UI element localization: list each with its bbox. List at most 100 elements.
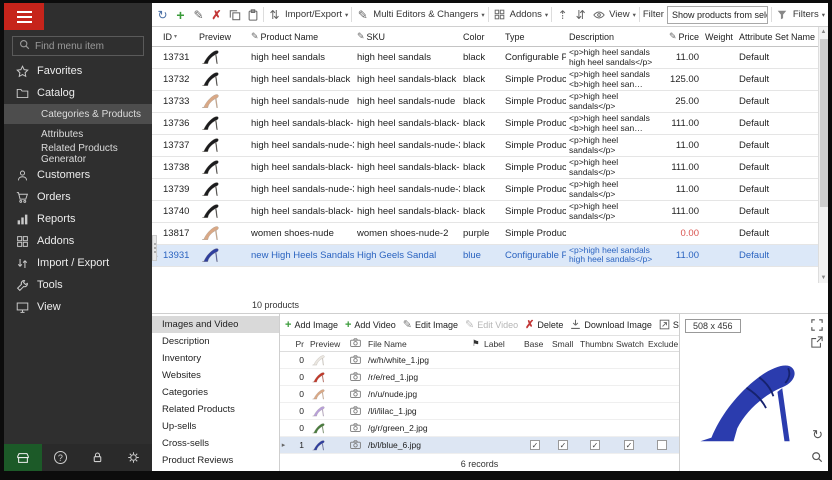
column-header-product-name[interactable]: ✎Product Name — [248, 31, 354, 42]
lock-icon[interactable] — [79, 444, 116, 471]
zoom-icon[interactable] — [811, 451, 823, 463]
image-row[interactable]: 0/r/e/red_1.jpg — [280, 369, 679, 386]
image-row[interactable]: ▸1/b/l/blue_6.jpg✓✓✓✓ — [280, 437, 679, 454]
sidebar-item-categories-products[interactable]: Categories & Products — [4, 104, 152, 124]
add-image-button[interactable]: +Add Image — [285, 319, 338, 331]
images-column-header-thumb[interactable]: Thumbna — [577, 339, 613, 349]
column-header-price[interactable]: ✎Price — [660, 31, 702, 42]
column-header-preview[interactable]: Preview — [196, 32, 248, 42]
menu-search-input[interactable]: Find menu item — [12, 36, 144, 56]
menu-icon[interactable] — [4, 3, 44, 30]
column-header-type[interactable]: Type — [502, 32, 566, 42]
product-row[interactable]: 13731high heel sandalshigh heel sandalsb… — [152, 47, 828, 69]
sidebar-item-orders[interactable]: Orders — [4, 186, 152, 208]
tab-inventory[interactable]: Inventory — [152, 350, 279, 367]
column-header-color[interactable]: Color — [460, 32, 502, 42]
product-row[interactable]: 13817women shoes-nudewomen shoes-nude-2p… — [152, 223, 828, 245]
product-row[interactable]: 13739high heel sandals-nude-37high heel … — [152, 179, 828, 201]
sidebar-item-tools[interactable]: Tools — [4, 274, 152, 296]
tab-product-reviews[interactable]: Product Reviews — [152, 452, 279, 469]
images-column-header-base[interactable]: Base — [521, 339, 549, 349]
add-product-icon[interactable]: + — [173, 7, 188, 23]
product-row[interactable]: 13740high heel sandals-black-38high heel… — [152, 201, 828, 223]
checkbox-exclude[interactable] — [657, 440, 667, 450]
help-icon[interactable]: ? — [42, 444, 79, 471]
images-column-header-pr[interactable]: Pr — [287, 339, 307, 349]
tab-cross-sells[interactable]: Cross-sells — [152, 435, 279, 452]
delete-icon[interactable]: ✗ — [209, 7, 224, 23]
images-column-header-small[interactable]: Small — [549, 339, 577, 349]
sidebar-item-import-export[interactable]: Import / Export — [4, 252, 152, 274]
edit-icon[interactable]: ✎ — [191, 7, 206, 23]
sidebar-item-favorites[interactable]: Favorites — [4, 60, 152, 82]
product-row[interactable]: 13737high heel sandals-nude-36high heel … — [152, 135, 828, 157]
delete-image-button[interactable]: ✗Delete — [525, 318, 563, 331]
refresh-icon[interactable]: ↻ — [155, 7, 170, 23]
column-header-weight[interactable]: Weight — [702, 32, 736, 42]
image-row[interactable]: 0/w/h/white_1.jpg — [280, 352, 679, 369]
view-dropdown[interactable]: View ▾ — [591, 7, 636, 23]
product-row[interactable]: 13736high heel sandals-black-36high heel… — [152, 113, 828, 135]
sidebar-item-catalog[interactable]: Catalog — [4, 82, 152, 104]
scroll-down-icon[interactable]: ▼ — [819, 273, 828, 283]
tab-up-sells[interactable]: Up-sells — [152, 418, 279, 435]
column-header-description[interactable]: Description — [566, 32, 660, 42]
tab-images-and-video[interactable]: Images and Video — [152, 316, 279, 333]
sort-asc-icon[interactable]: ⇡ — [555, 7, 570, 23]
splitter-handle[interactable] — [152, 235, 157, 261]
paste-icon[interactable] — [245, 7, 260, 23]
product-row[interactable]: 13738high heel sandals-black-37high heel… — [152, 157, 828, 179]
sidebar-item-addons[interactable]: Addons — [4, 230, 152, 252]
image-row[interactable]: 0/g/r/green_2.jpg — [280, 420, 679, 437]
cell-type: Simple Product — [502, 206, 566, 217]
checkbox-swatch[interactable]: ✓ — [624, 440, 634, 450]
image-row[interactable]: 0/l/i/lilac_1.jpg — [280, 403, 679, 420]
copy-icon[interactable] — [227, 7, 242, 23]
column-header-sku[interactable]: ✎SKU — [354, 31, 460, 42]
images-column-header-swatch[interactable]: Swatch — [613, 339, 645, 349]
image-row[interactable]: 0/n/u/nude.jpg — [280, 386, 679, 403]
download-image-button[interactable]: Download Image — [570, 319, 652, 330]
rotate-icon[interactable]: ↻ — [812, 427, 823, 443]
column-header-id[interactable]: ID▾ — [160, 32, 196, 42]
grid-vertical-scrollbar[interactable]: ▲ ▼ — [818, 27, 828, 283]
cell-sku: high heel sandals — [354, 52, 460, 63]
sidebar-item-view[interactable]: View — [4, 296, 152, 318]
images-column-header-exclude[interactable]: Exclude — [645, 339, 679, 349]
addons-dropdown[interactable]: Addons ▾ — [492, 7, 549, 23]
store-icon[interactable] — [4, 444, 42, 471]
product-thumbnail — [196, 179, 248, 200]
scroll-up-icon[interactable]: ▲ — [819, 27, 828, 37]
sort-desc-icon[interactable]: ⇵ — [573, 7, 588, 23]
sidebar-item-customers[interactable]: Customers — [4, 164, 152, 186]
settings-icon[interactable] — [115, 444, 152, 471]
tab-categories[interactable]: Categories — [152, 384, 279, 401]
multi-editors-dropdown[interactable]: ✎ Multi Editors & Changers ▾ — [355, 7, 484, 23]
cell-attr: Default — [736, 96, 818, 107]
tab-related-products[interactable]: Related Products — [152, 401, 279, 418]
column-header-attribute-set-name[interactable]: Attribute Set Name — [736, 32, 818, 42]
product-row[interactable]: ▸13931new High Heels SandalsHigh Geels S… — [152, 245, 828, 267]
sidebar-item-reports[interactable]: Reports — [4, 208, 152, 230]
product-row[interactable]: 13732high heel sandals-blackhigh heel sa… — [152, 69, 828, 91]
scrollbar-thumb[interactable] — [820, 39, 828, 207]
add-video-button[interactable]: +Add Video — [345, 319, 396, 331]
checkbox-base[interactable]: ✓ — [530, 440, 540, 450]
images-column-header-preview[interactable]: Preview — [307, 339, 347, 349]
import-export-dropdown[interactable]: ⇅ Import/Export ▾ — [267, 7, 348, 23]
images-column-header-file[interactable]: File Name — [365, 339, 469, 349]
tab-description[interactable]: Description — [152, 333, 279, 350]
sidebar-item-attributes[interactable]: Attributes — [4, 124, 152, 144]
filter-select[interactable]: Show products from selected categories ▾ — [667, 6, 768, 24]
checkbox-thumb[interactable]: ✓ — [590, 440, 600, 450]
cell-id: 13738 — [160, 162, 196, 173]
tab-websites[interactable]: Websites — [152, 367, 279, 384]
product-row[interactable]: 13733high heel sandals-nudehigh heel san… — [152, 91, 828, 113]
filters-dropdown[interactable]: Filters ▾ — [775, 7, 825, 23]
fullscreen-icon[interactable] — [811, 319, 823, 331]
sidebar-item-related-products-generator[interactable]: Related Products Generator — [4, 144, 152, 164]
edit-image-button[interactable]: ✎Edit Image — [403, 318, 458, 331]
set-resize-rule-button[interactable]: Set Resize Rule▾ — [659, 319, 679, 330]
images-column-header-label[interactable]: Label — [481, 339, 521, 349]
checkbox-small[interactable]: ✓ — [558, 440, 568, 450]
